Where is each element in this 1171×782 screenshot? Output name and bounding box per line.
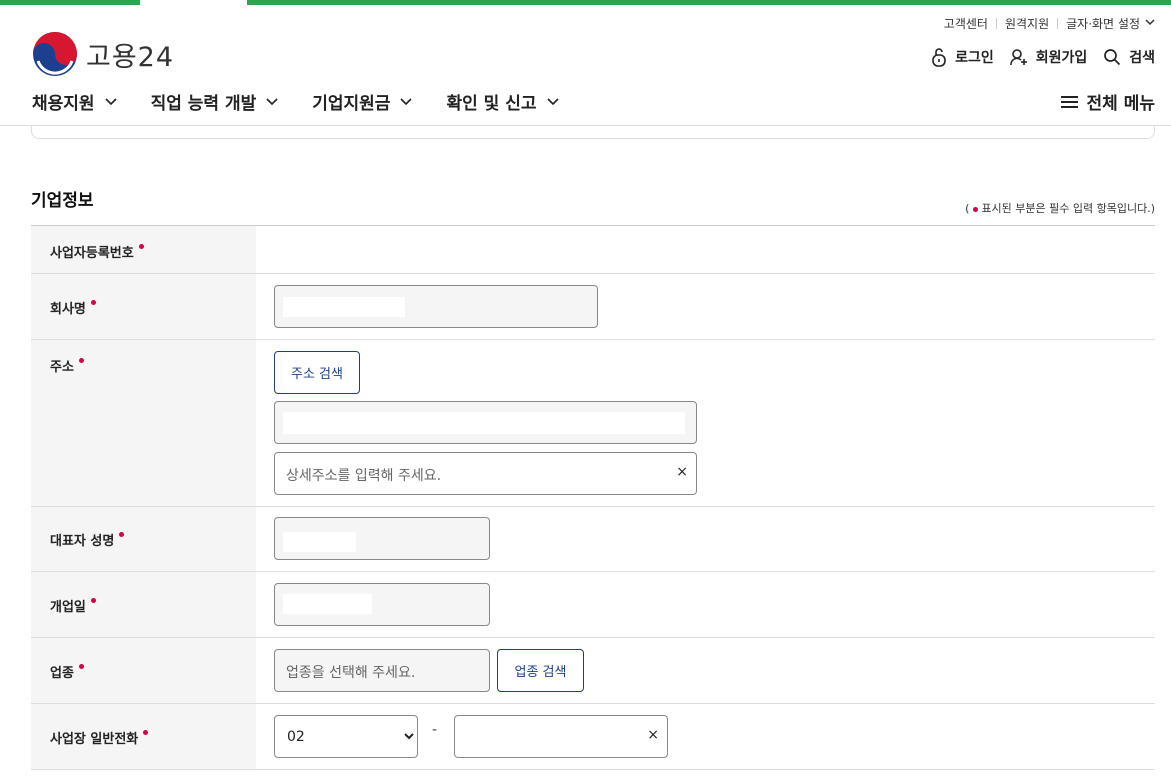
hamburger-icon <box>1060 95 1078 108</box>
redacted-value <box>283 297 405 317</box>
main-navigation: 채용지원 직업 능력 개발 기업지원금 확인 및 신고 <box>32 89 593 114</box>
required-note: ( 표시된 부분은 필수 입력 항목입니다.) <box>965 202 1155 215</box>
company-name-field[interactable] <box>274 285 598 328</box>
nav-menu-label: 직업 능력 개발 <box>150 94 257 114</box>
redacted-value <box>283 532 356 552</box>
logo-text: 고용24 <box>86 41 175 73</box>
nav-menu-label: 확인 및 신고 <box>446 94 537 114</box>
login-label: 로그인 <box>955 50 994 66</box>
all-menu-button[interactable]: 전체 메뉴 <box>1060 89 1155 114</box>
taegeuk-logo-icon <box>33 32 77 76</box>
nav-menu-label: 채용지원 <box>32 94 95 114</box>
clear-icon[interactable]: × <box>647 727 659 743</box>
business-no-row: 사업자등록번호 <box>31 226 1155 274</box>
address-row: 주소 주소 검색 상세주소를 입력해 주세요. × <box>31 340 1155 507</box>
address-detail-placeholder: 상세주소를 입력해 주세요. <box>286 468 442 484</box>
phone-label: 사업장 일반전화 <box>50 732 139 747</box>
required-dot-icon <box>138 244 144 249</box>
utility-links: 고객센터 원격지원 글자·화면 설정 <box>944 15 1155 32</box>
industry-label: 업종 <box>50 666 74 681</box>
company-name-label: 회사명 <box>50 302 86 317</box>
chevron-down-icon <box>546 97 559 105</box>
account-menu: 로그인 회원가입 검색 <box>915 47 1155 67</box>
ceo-name-field[interactable] <box>274 517 490 560</box>
phone-dash: - <box>432 722 438 738</box>
required-dot-icon <box>119 532 125 537</box>
company-info-form: 사업자등록번호 회사명 주소 주소 검색 상세주소를 입력해 주세요. × 대표… <box>31 225 1155 770</box>
phone-row: 사업장 일반전화 02 - × <box>31 704 1155 770</box>
phone-number-input[interactable]: × <box>454 715 668 758</box>
industry-search-button[interactable]: 업종 검색 <box>497 649 584 692</box>
signup-button[interactable]: 회원가입 <box>1009 47 1088 67</box>
ceo-row: 대표자 성명 <box>31 507 1155 572</box>
redacted-value <box>283 412 685 434</box>
required-dot-icon <box>143 730 149 735</box>
nav-menu-training[interactable]: 직업 능력 개발 <box>151 89 279 114</box>
required-dot-icon <box>90 300 96 305</box>
top-accent-bar <box>0 0 1171 5</box>
section-title: 기업정보 <box>31 191 94 211</box>
chevron-down-icon <box>104 97 117 105</box>
required-dot-icon <box>78 664 84 669</box>
address-label: 주소 <box>50 360 74 375</box>
address-search-button[interactable]: 주소 검색 <box>274 351 360 394</box>
search-button[interactable]: 검색 <box>1103 47 1155 67</box>
login-button[interactable]: 로그인 <box>931 47 994 67</box>
industry-field[interactable]: 업종을 선택해 주세요. <box>274 649 490 692</box>
clear-icon[interactable]: × <box>676 464 688 480</box>
ceo-label: 대표자 성명 <box>50 534 115 549</box>
chevron-down-icon <box>400 97 413 105</box>
signup-label: 회원가입 <box>1035 50 1088 66</box>
nav-menu-subsidy[interactable]: 기업지원금 <box>312 89 413 114</box>
chevron-down-icon <box>1145 18 1155 29</box>
customer-center-link[interactable]: 고객센터 <box>944 15 988 32</box>
business-no-label: 사업자등록번호 <box>50 246 134 261</box>
nav-menu-recruit[interactable]: 채용지원 <box>32 89 117 114</box>
required-dot-icon <box>78 358 84 363</box>
display-settings-link[interactable]: 글자·화면 설정 <box>1066 15 1140 32</box>
search-icon <box>1104 49 1121 66</box>
open-date-field[interactable] <box>274 583 490 626</box>
redacted-value <box>283 594 372 614</box>
search-label: 검색 <box>1129 50 1155 66</box>
nav-menu-label: 기업지원금 <box>312 94 391 114</box>
all-menu-label: 전체 메뉴 <box>1086 94 1155 114</box>
nav-menu-report[interactable]: 확인 및 신고 <box>446 89 559 114</box>
lock-icon <box>932 48 946 67</box>
industry-row: 업종 업종을 선택해 주세요. 업종 검색 <box>31 638 1155 704</box>
open-date-label: 개업일 <box>50 600 86 615</box>
required-dot-icon <box>90 598 96 603</box>
open-date-row: 개업일 <box>31 572 1155 638</box>
phone-area-select[interactable]: 02 <box>274 715 418 758</box>
chevron-down-icon <box>266 97 278 105</box>
remote-support-link[interactable]: 원격지원 <box>1005 15 1049 32</box>
site-logo[interactable]: 고용24 <box>32 31 174 77</box>
address-detail-input[interactable]: 상세주소를 입력해 주세요. × <box>274 452 697 495</box>
previous-section-box <box>31 126 1155 139</box>
address-field[interactable] <box>274 401 697 444</box>
required-dot-icon <box>972 206 978 212</box>
industry-placeholder: 업종을 선택해 주세요. <box>286 665 416 681</box>
company-name-row: 회사명 <box>31 274 1155 340</box>
user-add-icon <box>1009 49 1027 66</box>
